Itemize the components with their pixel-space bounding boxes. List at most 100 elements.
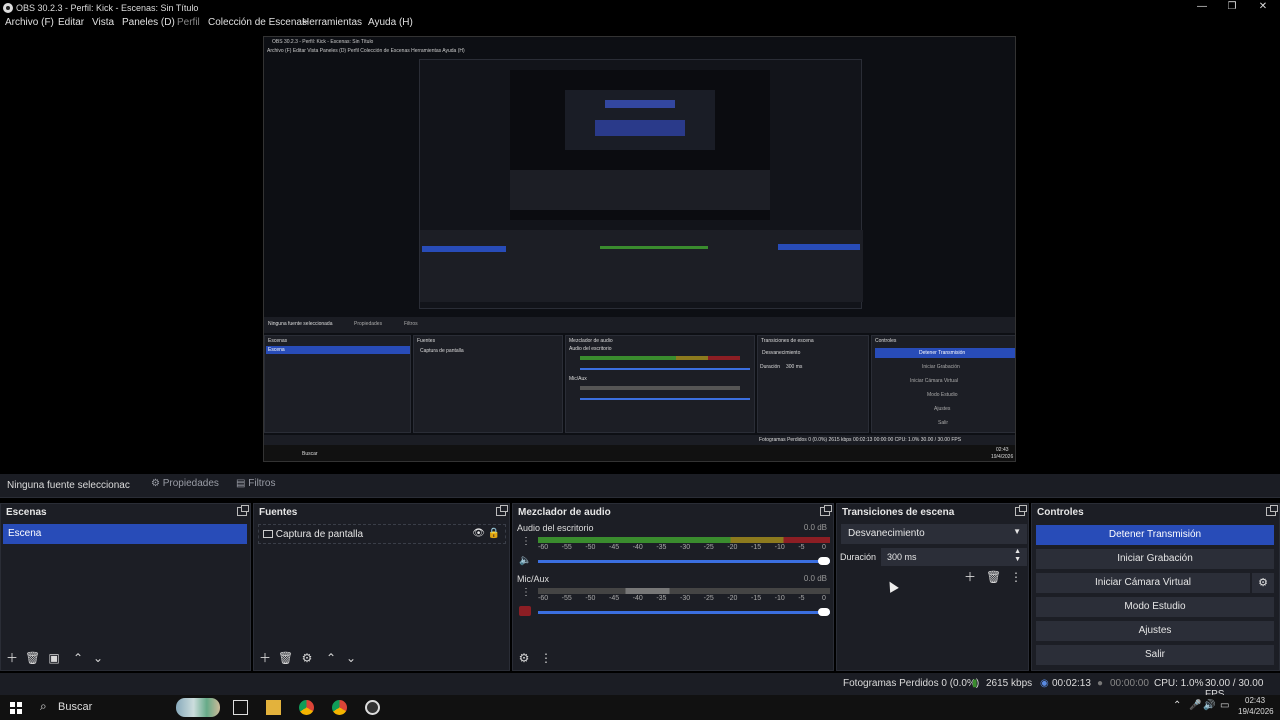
move-up-icon[interactable]: ⌃	[324, 652, 338, 666]
muted-mic-icon[interactable]	[519, 606, 531, 616]
nested-search: Buscar	[302, 451, 318, 457]
menu-paneles[interactable]: Paneles (D)	[122, 17, 175, 28]
menu-editar[interactable]: Editar	[58, 17, 84, 28]
nested-stop-button: Detener Transmisión	[875, 348, 1015, 358]
virtual-camera-settings-icon[interactable]: ⚙	[1252, 573, 1274, 593]
search-icon[interactable]: ⌕	[40, 699, 47, 714]
popout-icon[interactable]	[237, 505, 249, 516]
nested-deeper-docks	[510, 170, 770, 210]
nested-no-source: Ninguna fuente seleccionada	[268, 321, 333, 327]
record-icon: ●	[1097, 678, 1104, 689]
spin-down-icon[interactable]: ▼	[1014, 556, 1021, 563]
channel-menu-icon[interactable]: ⋮	[521, 536, 531, 547]
maximize-button[interactable]: ❐	[1217, 0, 1247, 16]
meter-tick-label: -40	[632, 595, 643, 602]
eye-icon[interactable]: 👁	[472, 528, 485, 539]
scene-list-item[interactable]: Escena	[3, 524, 247, 544]
windows-start-icon[interactable]	[10, 702, 22, 714]
volume-slider-handle[interactable]	[818, 608, 830, 616]
exit-button[interactable]: Salir	[1036, 645, 1274, 665]
popout-icon[interactable]	[1015, 505, 1027, 516]
transition-menu-icon[interactable]: ⋮	[1009, 571, 1023, 585]
taskbar: ⌕ Buscar ⌃ 🎤 🔊 ▭ 02:43 19/4/2026	[0, 695, 1280, 720]
duration-spinbox[interactable]: 300 ms ▲ ▼	[881, 548, 1027, 566]
properties-button[interactable]: ⚙ Propiedades	[151, 478, 219, 494]
mixer-menu-icon[interactable]: ⋮	[539, 652, 553, 666]
meter-tick-label: -5	[798, 544, 805, 551]
source-list-item[interactable]: Captura de pantalla 👁 🔒	[258, 524, 506, 544]
controls-dock-header: Controles	[1032, 504, 1279, 520]
remove-source-icon[interactable]: 🗑	[278, 652, 293, 666]
nested-statusbar: Fotogramas Perdidos 0 (0.0%) 2615 kbps 0…	[264, 435, 1015, 445]
sources-title: Fuentes	[259, 507, 298, 518]
nested-deep-docks	[420, 230, 863, 302]
advanced-audio-icon[interactable]: ⚙	[517, 652, 531, 666]
add-scene-icon[interactable]: ＋	[5, 652, 19, 666]
network-icon[interactable]: ▭	[1220, 700, 1229, 711]
menu-ayuda[interactable]: Ayuda (H)	[368, 17, 413, 28]
title-bar: OBS 30.2.3 - Perfil: Kick - Escenas: Sin…	[0, 0, 1280, 16]
duration-label: Duración	[840, 552, 877, 562]
file-explorer-icon[interactable]	[266, 700, 281, 715]
clock-time[interactable]: 02:43	[1245, 696, 1265, 705]
chrome-icon[interactable]	[299, 700, 314, 715]
menu-coleccion-escenas[interactable]: Colección de Escenas	[208, 17, 307, 28]
search-highlight-icon[interactable]	[176, 698, 220, 717]
minimize-button[interactable]: —	[1187, 0, 1217, 16]
speaker-icon[interactable]: 🔈	[519, 555, 531, 566]
taskbar-search[interactable]: Buscar	[58, 701, 92, 713]
scene-filters-icon[interactable]: ▣	[47, 652, 61, 666]
nested-deepest-preview	[565, 90, 715, 150]
menu-perfil[interactable]: Perfil	[177, 17, 200, 28]
transition-selected: Desvanecimiento	[848, 528, 925, 539]
move-down-icon[interactable]: ⌄	[91, 652, 105, 666]
nested-deep-preview	[419, 59, 863, 309]
volume-icon[interactable]: 🔊	[1203, 700, 1215, 711]
source-properties-icon[interactable]: ⚙	[300, 652, 314, 666]
chevron-up-icon[interactable]: ⌃	[1173, 700, 1181, 711]
volume-slider[interactable]	[538, 560, 830, 563]
volume-slider[interactable]	[538, 611, 830, 614]
move-down-icon[interactable]: ⌄	[344, 652, 358, 666]
meter-ticks: -60 -55 -50 -45 -40 -35 -30 -25 -20 -15 -10 -5 0	[538, 544, 830, 554]
task-view-icon[interactable]	[233, 700, 248, 715]
chrome-icon[interactable]	[332, 700, 347, 715]
filters-button[interactable]: ▤ Filtros	[236, 478, 275, 494]
channel-db: 0.0 dB	[803, 574, 827, 583]
menu-archivo[interactable]: Archivo (F)	[5, 17, 54, 28]
add-transition-icon[interactable]: ＋	[963, 571, 977, 585]
close-button[interactable]: ✕	[1248, 0, 1278, 16]
settings-button[interactable]: Ajustes	[1036, 621, 1274, 641]
obs-taskbar-icon[interactable]	[365, 700, 380, 715]
channel-menu-icon[interactable]: ⋮	[521, 587, 531, 598]
transition-select[interactable]: Desvanecimiento ▼	[841, 524, 1027, 544]
nested-sources-title: Fuentes	[417, 338, 436, 344]
studio-mode-button[interactable]: Modo Estudio	[1036, 597, 1274, 617]
microphone-icon[interactable]: 🎤	[1189, 700, 1201, 711]
spin-up-icon[interactable]: ▲	[1014, 548, 1021, 555]
meter-tick-label: -30	[680, 595, 691, 602]
lock-icon[interactable]: 🔒	[488, 528, 500, 539]
nested-deep-stop	[778, 244, 860, 250]
remove-scene-icon[interactable]: 🗑	[25, 652, 40, 666]
clock-date[interactable]: 19/4/2026	[1238, 707, 1274, 716]
volume-slider-handle[interactable]	[818, 557, 830, 565]
nested-stop-label: Detener Transmisión	[919, 350, 966, 356]
nested-date: 19/4/2026	[991, 454, 1014, 460]
sources-dock-header: Fuentes	[254, 504, 509, 520]
move-up-icon[interactable]: ⌃	[71, 652, 85, 666]
popout-icon[interactable]	[820, 505, 832, 516]
menu-herramientas[interactable]: Herramientas	[302, 17, 362, 28]
virtual-camera-button[interactable]: Iniciar Cámara Virtual	[1036, 573, 1250, 593]
add-source-icon[interactable]: ＋	[258, 652, 272, 666]
popout-icon[interactable]	[1266, 505, 1278, 516]
popout-icon[interactable]	[496, 505, 508, 516]
nested-duration-value: 300 ms	[786, 364, 803, 370]
stop-stream-button[interactable]: Detener Transmisión	[1036, 525, 1274, 545]
remove-transition-icon[interactable]: 🗑	[986, 571, 1001, 585]
channel-name: Audio del escritorio	[517, 523, 594, 533]
mixer-dock-header: Mezclador de audio	[513, 504, 833, 520]
start-recording-button[interactable]: Iniciar Grabación	[1036, 549, 1274, 569]
menu-vista[interactable]: Vista	[92, 17, 114, 28]
nested-meter	[580, 356, 740, 360]
